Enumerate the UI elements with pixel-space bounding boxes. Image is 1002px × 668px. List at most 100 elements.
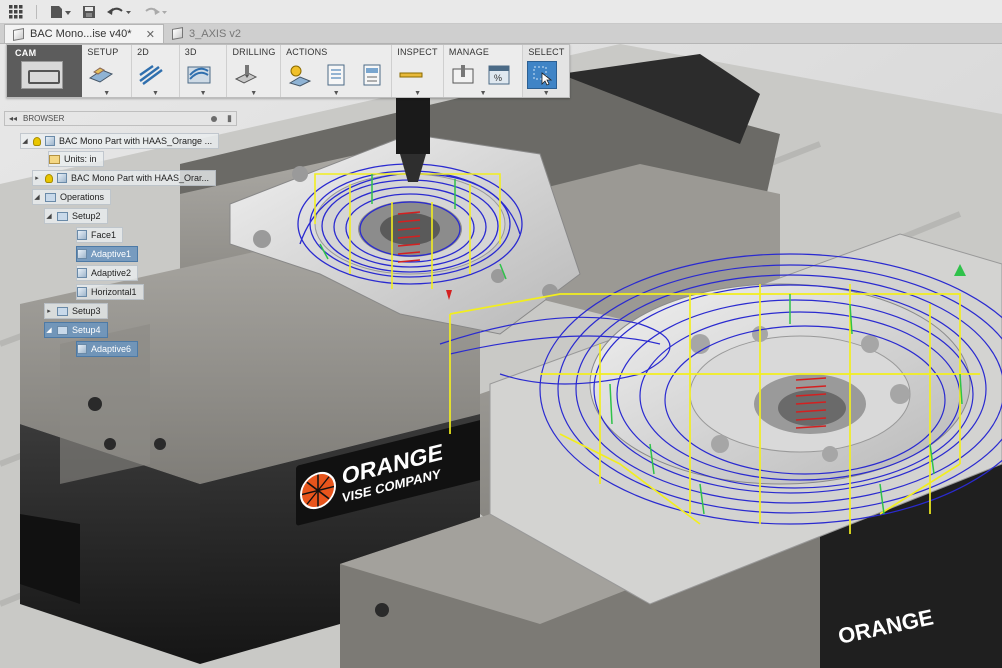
tree-node-adaptive6[interactable]: Adaptive6 — [76, 341, 139, 357]
ribbon-group-select[interactable]: SELECT ▼ — [523, 45, 570, 97]
browser-header[interactable]: ◂◂ BROWSER ▮ — [4, 111, 237, 126]
ribbon-group-manage[interactable]: MANAGE % ▼ — [444, 45, 524, 97]
tab-label: BAC Mono...ise v40* — [30, 28, 132, 40]
tree-node-label: Horizontal1 — [91, 287, 137, 297]
ribbon-group-drilling[interactable]: DRILLING ▼ — [227, 45, 282, 97]
tree-node-component[interactable]: ▸ BAC Mono Part with HAAS_Orar... — [32, 170, 217, 186]
redo-icon[interactable] — [139, 2, 171, 22]
tree-node-label: Adaptive6 — [91, 344, 132, 354]
tab-label: 3_AXIS v2 — [189, 27, 241, 40]
chevron-down-icon[interactable]: ▼ — [250, 90, 257, 97]
operation-icon — [77, 230, 87, 240]
chevron-down-icon[interactable]: ▼ — [480, 90, 487, 97]
tab-document-active[interactable]: BAC Mono...ise v40* ✕ — [4, 24, 164, 43]
tree-node-label: BAC Mono Part with HAAS_Orar... — [71, 173, 210, 183]
ribbon-group-setup[interactable]: SETUP ▼ — [82, 45, 133, 97]
pin-icon[interactable]: ▮ — [227, 113, 232, 124]
expand-icon[interactable]: ▸ — [45, 307, 53, 315]
close-icon[interactable]: ✕ — [146, 28, 155, 41]
drill-icon[interactable] — [231, 61, 261, 89]
save-icon[interactable] — [79, 2, 99, 22]
tree-node-operations[interactable]: ◢ Operations — [32, 189, 112, 205]
document-icon — [45, 136, 55, 146]
grid-icon[interactable] — [6, 2, 26, 22]
group-label: MANAGE — [448, 47, 490, 57]
operation-icon — [77, 268, 87, 278]
chevron-down-icon[interactable]: ▼ — [333, 90, 340, 97]
chevron-down-icon[interactable]: ▼ — [543, 90, 550, 97]
tree-node-adaptive1[interactable]: Adaptive1 — [76, 246, 139, 262]
collapse-panel-icon[interactable]: ◂◂ — [9, 114, 17, 123]
tree-node-adaptive2[interactable]: Adaptive2 — [76, 265, 139, 281]
tree-node-setup3[interactable]: ▸ Setup3 — [44, 303, 108, 319]
folder-icon — [49, 154, 60, 164]
simulate-icon[interactable] — [285, 61, 315, 89]
undo-icon[interactable] — [103, 2, 135, 22]
document-tab-bar: BAC Mono...ise v40* ✕ 3_AXIS v2 — [0, 24, 1002, 44]
toolbar-ribbon: CAM SETUP ▼ 2D ▼ 3D ▼ DRILLING ▼ ACTIONS… — [6, 44, 570, 98]
tree-node-label: Face1 — [91, 230, 117, 240]
tree-node-label: Setup3 — [72, 306, 101, 316]
measure-icon[interactable] — [396, 61, 426, 89]
tree-node-label: Operations — [60, 192, 105, 202]
tree-node-label: Adaptive1 — [91, 249, 132, 259]
2d-adaptive-icon[interactable] — [136, 61, 166, 89]
tree-node-setup4[interactable]: ◢ Setup4 — [44, 322, 108, 338]
tree-node-label: Adaptive2 — [91, 268, 132, 278]
ribbon-group-2d[interactable]: 2D ▼ — [132, 45, 180, 97]
tree-node-label: Setup2 — [72, 211, 101, 221]
group-label: 2D — [137, 47, 149, 57]
group-label: DRILLING — [232, 47, 276, 57]
chevron-down-icon[interactable]: ▼ — [103, 90, 110, 97]
setup-sheet-icon[interactable] — [357, 61, 387, 89]
chevron-down-icon[interactable]: ▼ — [414, 90, 421, 97]
template-library-icon[interactable]: % — [484, 61, 514, 89]
part-icon — [13, 27, 24, 41]
setup-folder-icon — [57, 211, 68, 221]
setup-folder-icon — [57, 325, 68, 335]
ribbon-group-inspect[interactable]: INSPECT ▼ — [392, 45, 444, 97]
tree-node-document[interactable]: ◢ BAC Mono Part with HAAS_Orange ... — [20, 133, 220, 149]
tree-node-label: BAC Mono Part with HAAS_Orange ... — [59, 136, 213, 146]
expand-icon[interactable]: ◢ — [45, 212, 53, 220]
group-label: SETUP — [87, 47, 119, 57]
expand-icon[interactable]: ◢ — [45, 326, 53, 334]
operation-icon — [77, 344, 87, 354]
options-icon[interactable] — [211, 115, 218, 122]
component-icon — [57, 173, 67, 183]
svg-text:%: % — [494, 73, 502, 83]
operation-icon — [77, 287, 87, 297]
expand-icon[interactable]: ◢ — [21, 137, 29, 145]
tree-node-horizontal1[interactable]: Horizontal1 — [76, 284, 144, 300]
visibility-bulb-icon[interactable] — [45, 173, 53, 183]
3d-adaptive-icon[interactable] — [184, 61, 214, 89]
tree-node-setup2[interactable]: ◢ Setup2 — [44, 208, 108, 224]
tree-node-label: Units: in — [64, 154, 97, 164]
select-cursor-icon[interactable] — [527, 61, 558, 89]
browser-title: BROWSER — [23, 114, 65, 123]
operations-folder-icon — [45, 192, 56, 202]
ribbon-group-actions[interactable]: ACTIONS ▼ — [281, 45, 393, 97]
tree-node-units[interactable]: Units: in — [48, 151, 104, 167]
expand-icon[interactable]: ▸ — [33, 174, 41, 182]
setup-folder-icon — [57, 306, 68, 316]
tool-library-icon[interactable] — [448, 61, 478, 89]
tab-document[interactable]: 3_AXIS v2 — [164, 24, 314, 43]
cam-workspace-icon — [21, 61, 63, 89]
tree-node-face1[interactable]: Face1 — [76, 227, 124, 243]
tree-node-label: Setup4 — [72, 325, 101, 335]
visibility-bulb-icon[interactable] — [33, 136, 41, 146]
ribbon-group-3d[interactable]: 3D ▼ — [180, 45, 228, 97]
group-label: SELECT — [528, 47, 565, 57]
expand-icon[interactable]: ◢ — [33, 193, 41, 201]
chevron-down-icon[interactable]: ▼ — [200, 90, 207, 97]
workspace-switcher[interactable]: CAM — [7, 45, 83, 97]
quick-access-toolbar — [0, 0, 1002, 24]
group-label: 3D — [184, 47, 197, 57]
group-label: ACTIONS — [286, 47, 328, 57]
setup-icon[interactable] — [86, 61, 116, 89]
chevron-down-icon[interactable]: ▼ — [152, 90, 159, 97]
file-icon[interactable] — [47, 2, 75, 22]
post-process-icon[interactable] — [321, 61, 351, 89]
part-icon — [172, 27, 183, 40]
